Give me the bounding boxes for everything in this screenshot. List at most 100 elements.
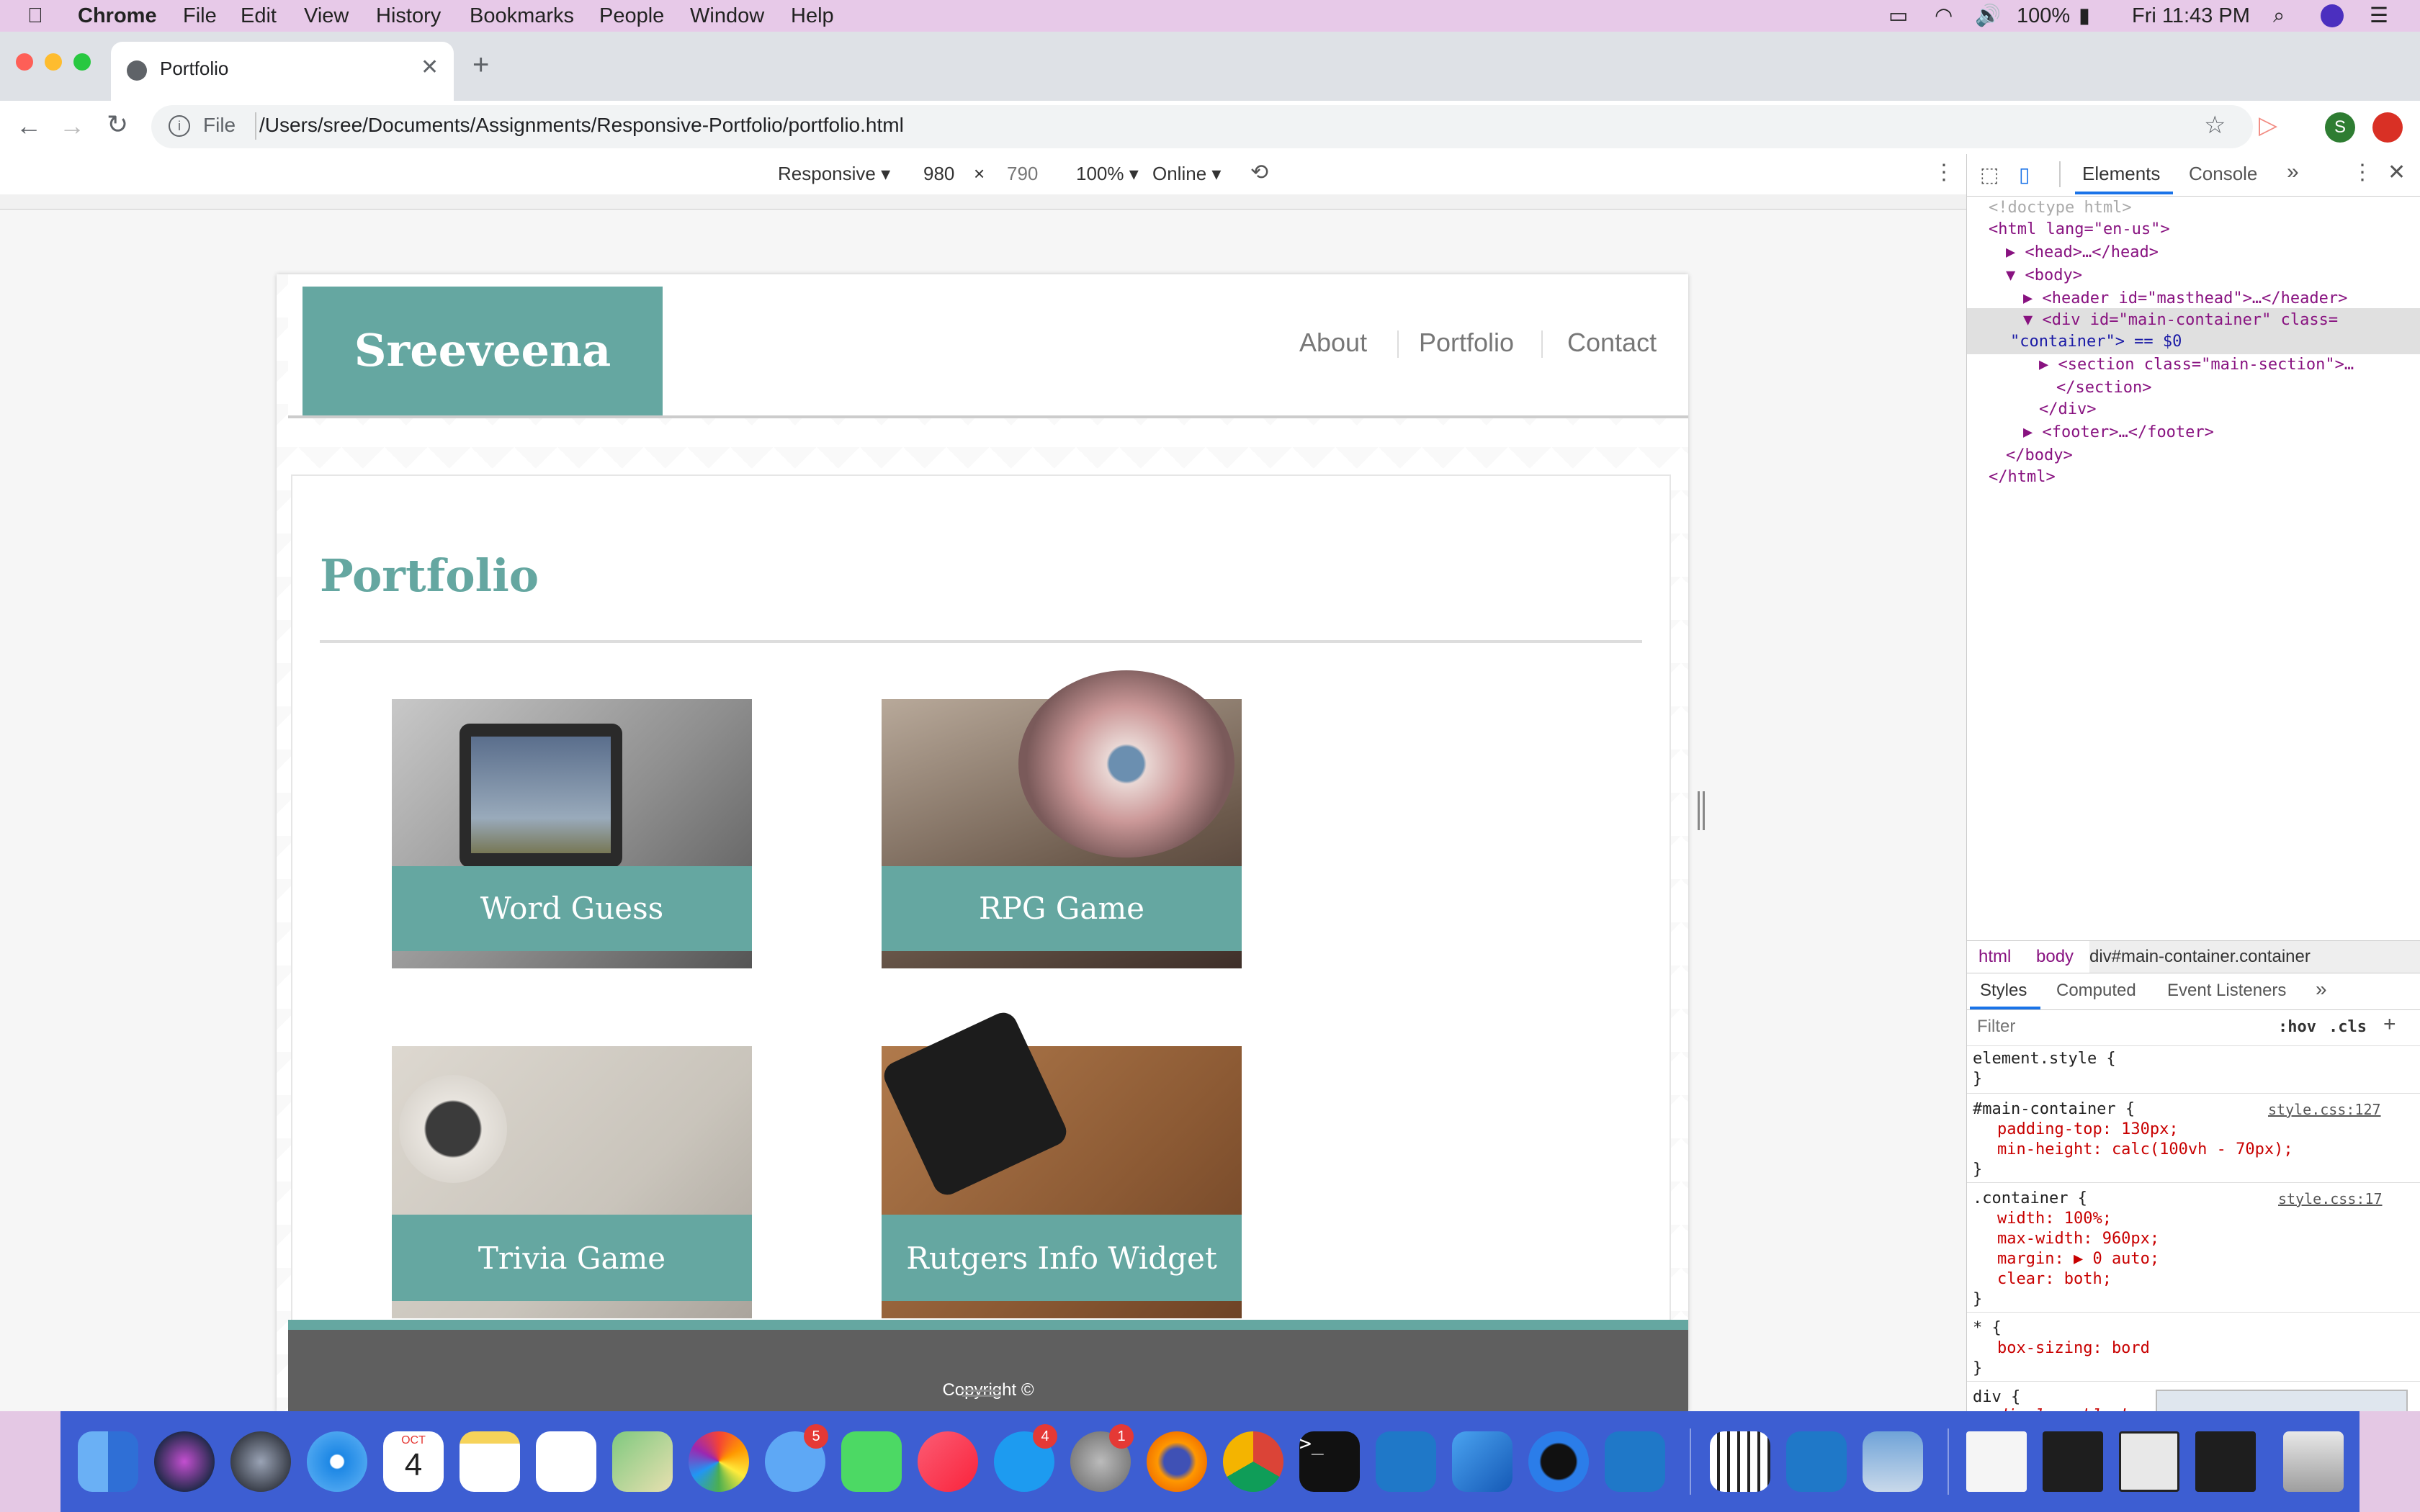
terminal-icon[interactable]: >_	[1299, 1431, 1360, 1492]
breadcrumb-current[interactable]: div#main-container.container	[2089, 947, 2311, 967]
close-devtools-icon[interactable]: ✕	[2388, 160, 2406, 185]
devtools-menu-icon[interactable]: ⋮	[2352, 160, 2373, 185]
menu-file[interactable]: File	[183, 3, 217, 29]
project-card[interactable]: Trivia Game	[392, 1046, 752, 1318]
reminders-icon[interactable]	[536, 1431, 596, 1492]
network-select[interactable]: Online ▾	[1152, 163, 1221, 185]
extension-icon[interactable]	[2372, 112, 2403, 143]
expand-arrow-icon[interactable]: ▶	[2039, 356, 2048, 374]
dom-node[interactable]: ▶ <section class="main-section">…	[2039, 354, 2354, 376]
volume-icon[interactable]: 🔊	[1975, 3, 2001, 29]
dom-node[interactable]: </section>	[2056, 377, 2151, 399]
reload-icon[interactable]: ↻	[107, 109, 128, 140]
dom-node[interactable]: ▶ <header id="masthead">…</header>	[2023, 288, 2347, 310]
css-property[interactable]: clear: both;	[1997, 1269, 2112, 1290]
window-thumbnail[interactable]	[2119, 1431, 2179, 1492]
new-rule-icon[interactable]: +	[2383, 1012, 2396, 1037]
media-query-ruler[interactable]	[0, 194, 1966, 210]
vscode-insiders-icon[interactable]	[1605, 1431, 1665, 1492]
control-menu-icon[interactable]: ☰	[2370, 3, 2388, 29]
css-property[interactable]: margin: ▶ 0 auto;	[1997, 1248, 2159, 1270]
dom-node[interactable]: ▶ <head>…</head>	[2006, 242, 2159, 264]
dom-node-selected[interactable]: ▼ <div id="main-container" class=	[2023, 310, 2338, 331]
profile-avatar[interactable]: S	[2325, 112, 2355, 143]
siri-icon[interactable]	[2321, 4, 2344, 27]
css-property[interactable]: box-sizing: bord	[1997, 1338, 2150, 1359]
dom-node[interactable]: <!doctype html>	[1989, 197, 2132, 219]
menu-view[interactable]: View	[304, 3, 349, 29]
hov-toggle[interactable]: :hov	[2278, 1018, 2316, 1036]
vscode-icon[interactable]	[1376, 1431, 1436, 1492]
breadcrumb-html[interactable]: html	[1978, 947, 2011, 967]
forward-icon[interactable]: →	[59, 111, 85, 141]
apple-icon[interactable]: 	[27, 3, 43, 29]
more-style-tabs-icon[interactable]: »	[2316, 978, 2327, 1001]
styles-pane[interactable]: element.style { } #main-container { styl…	[1967, 1045, 2420, 1411]
menu-edit[interactable]: Edit	[241, 3, 277, 29]
menu-bookmarks[interactable]: Bookmarks	[470, 3, 574, 29]
nav-contact[interactable]: Contact	[1567, 328, 1657, 358]
css-property[interactable]: min-height: calc(100vh - 70px);	[1997, 1139, 2293, 1161]
dom-node[interactable]: </html>	[1989, 467, 2056, 488]
dom-node[interactable]: <html lang="en-us">	[1989, 219, 2170, 240]
rule-selector[interactable]: #main-container {	[1973, 1099, 2135, 1120]
maps-icon[interactable]	[612, 1431, 673, 1492]
styles-filter-input[interactable]	[1976, 1015, 2267, 1038]
inspect-element-icon[interactable]: ⬚	[1980, 163, 1999, 186]
cls-toggle[interactable]: .cls	[2329, 1018, 2367, 1036]
expand-arrow-icon[interactable]: ▶	[2023, 289, 2033, 307]
notes-icon[interactable]	[460, 1431, 520, 1492]
menu-clock[interactable]: Fri 11:43 PM	[2132, 3, 2250, 29]
close-window-button[interactable]	[16, 53, 33, 71]
tab-computed[interactable]: Computed	[2056, 981, 2136, 1001]
project-card[interactable]: Rutgers Info Widget	[879, 1008, 1242, 1318]
css-property[interactable]: max-width: 960px;	[1997, 1228, 2159, 1250]
url-text[interactable]: /Users/sree/Documents/Assignments/Respon…	[259, 114, 904, 137]
viewport-width-input[interactable]: 980	[923, 163, 954, 185]
menu-window[interactable]: Window	[690, 3, 764, 29]
viewport-height-input[interactable]: 790	[1007, 163, 1038, 185]
dom-node[interactable]: </div>	[2039, 399, 2096, 420]
screenshot-thumbnail[interactable]	[2156, 1390, 2408, 1411]
dom-node[interactable]: ▼ <body>	[2006, 265, 2082, 287]
collapse-arrow-icon[interactable]: ▼	[2023, 311, 2033, 329]
brand-logo-box[interactable]: Sreeveena	[302, 287, 663, 416]
new-tab-icon[interactable]: +	[472, 50, 489, 79]
menu-app-name[interactable]: Chrome	[78, 3, 157, 29]
extension-cast-icon[interactable]: ▷	[2259, 111, 2277, 140]
bookmark-star-icon[interactable]: ☆	[2204, 111, 2226, 140]
finder-icon[interactable]	[78, 1431, 138, 1492]
back-icon[interactable]: ←	[16, 111, 42, 141]
resize-handle-right[interactable]	[1698, 791, 1705, 830]
facetime-icon[interactable]	[841, 1431, 902, 1492]
rotate-icon[interactable]: ⟲	[1250, 160, 1268, 185]
battery-icon[interactable]: ▮	[2079, 3, 2090, 29]
close-tab-icon[interactable]: ✕	[421, 55, 439, 80]
collapse-arrow-icon[interactable]: ▼	[2006, 266, 2015, 284]
rule-selector[interactable]: element.style {	[1973, 1048, 2116, 1070]
device-more-icon[interactable]: ⋮	[1933, 160, 1955, 185]
device-select[interactable]: Responsive ▾	[778, 163, 890, 185]
quicktime-icon[interactable]	[1528, 1431, 1589, 1492]
siri-dock-icon[interactable]	[154, 1431, 215, 1492]
spotlight-icon[interactable]: ⌕	[2273, 3, 2285, 29]
rule-selector[interactable]: * {	[1973, 1318, 2002, 1339]
document-thumbnail[interactable]	[1966, 1431, 2027, 1492]
browser-tab[interactable]: Portfolio ✕	[111, 42, 454, 101]
itunes-icon[interactable]	[918, 1431, 978, 1492]
rule-source-link[interactable]: style.css:17	[2278, 1188, 2383, 1210]
expand-arrow-icon[interactable]: ▶	[2023, 423, 2033, 441]
window-thumbnail[interactable]	[2195, 1431, 2256, 1492]
tab-console[interactable]: Console	[2189, 163, 2257, 185]
css-property[interactable]: padding-top: 130px;	[1997, 1119, 2179, 1140]
rule-source-link[interactable]: style.css:127	[2268, 1099, 2381, 1120]
nav-portfolio[interactable]: Portfolio	[1419, 328, 1514, 358]
css-property[interactable]: width: 100%;	[1997, 1208, 2112, 1230]
trash-icon[interactable]	[2283, 1431, 2344, 1492]
tab-elements[interactable]: Elements	[2082, 163, 2160, 185]
airplay-icon[interactable]: ▭	[1888, 3, 1908, 29]
launchpad-icon[interactable]	[230, 1431, 291, 1492]
rule-selector[interactable]: .container {	[1973, 1188, 2087, 1210]
resize-handle-bottom[interactable]	[962, 1390, 1001, 1397]
expand-arrow-icon[interactable]: ▶	[2006, 243, 2015, 261]
